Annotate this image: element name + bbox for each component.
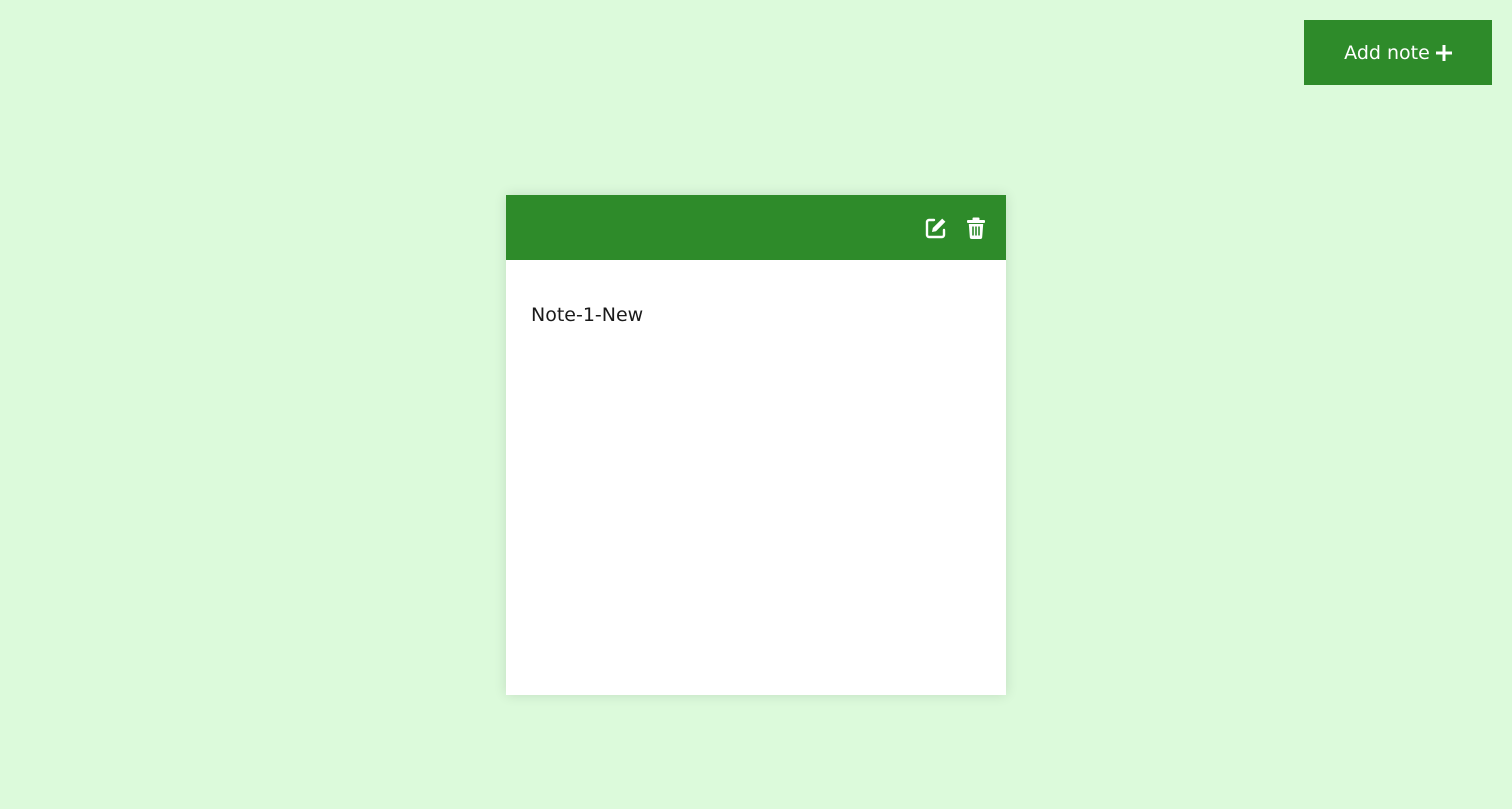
note-text: Note-1-New: [531, 304, 644, 326]
edit-icon[interactable]: [924, 216, 948, 240]
plus-icon: [1435, 44, 1452, 61]
note-toolbar: [506, 195, 1006, 260]
note-content[interactable]: Note-1-New: [506, 260, 1006, 326]
trash-icon[interactable]: [964, 216, 988, 240]
add-note-label: Add note: [1344, 41, 1430, 64]
add-note-button[interactable]: Add note: [1304, 20, 1492, 85]
note-card: Note-1-New: [506, 195, 1006, 695]
